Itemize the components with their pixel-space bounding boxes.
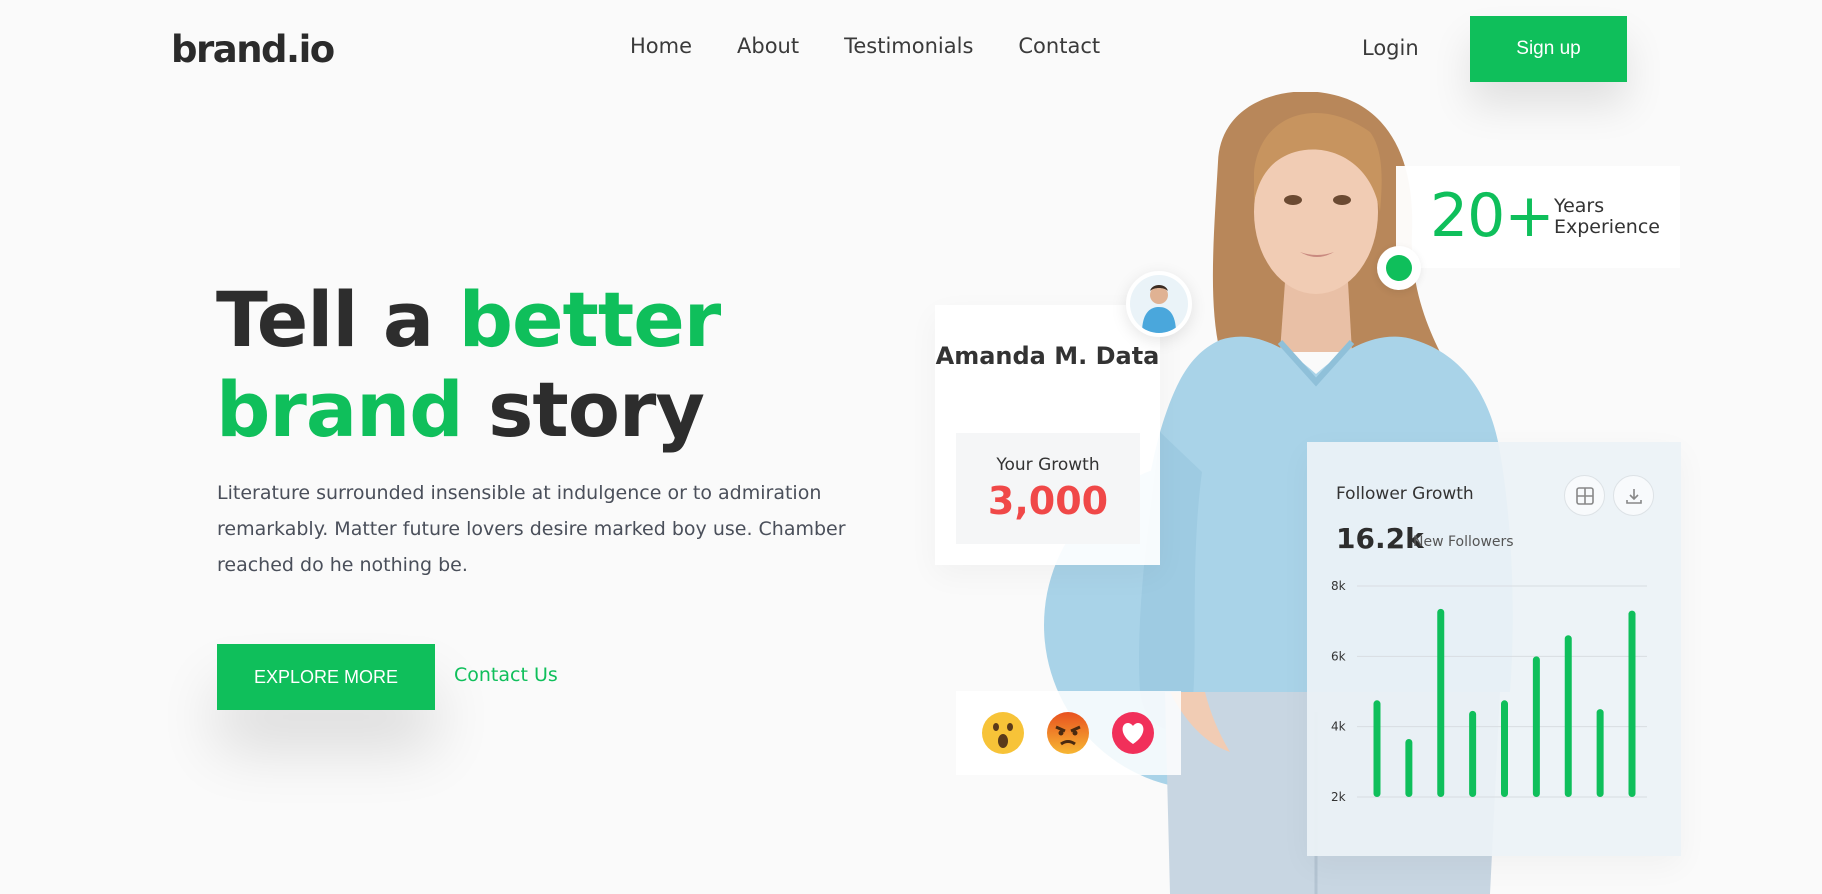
download-icon bbox=[1625, 488, 1642, 504]
profile-card: Amanda M. Data Your Growth 3,000 bbox=[935, 305, 1160, 565]
explore-more-button[interactable]: EXPLORE MORE bbox=[217, 644, 435, 710]
grid-view-button[interactable] bbox=[1564, 475, 1605, 516]
avatar[interactable] bbox=[1126, 271, 1192, 337]
contact-us-link[interactable]: Contact Us bbox=[454, 664, 558, 686]
hero-title: Tell a better brand story bbox=[216, 275, 916, 455]
chart-bar bbox=[1437, 608, 1445, 797]
chart-bar bbox=[1373, 700, 1381, 797]
nav-about[interactable]: About bbox=[737, 34, 799, 58]
heart-icon[interactable] bbox=[1111, 711, 1155, 755]
nav-contact[interactable]: Contact bbox=[1018, 34, 1100, 58]
chart-bar bbox=[1596, 709, 1604, 797]
nav-home[interactable]: Home bbox=[630, 34, 692, 58]
login-link[interactable]: Login bbox=[1362, 36, 1419, 60]
chart-title: Follower Growth bbox=[1336, 484, 1474, 504]
wow-emoji-icon[interactable] bbox=[981, 711, 1025, 755]
chart-bar bbox=[1501, 700, 1508, 797]
chart-total-label: New Followers bbox=[1413, 534, 1514, 550]
hero-description: Literature surrounded insensible at indu… bbox=[217, 482, 846, 576]
chart-bar bbox=[1628, 610, 1636, 797]
experience-label: Years Experience bbox=[1554, 196, 1660, 238]
chart-total: 16.2k bbox=[1336, 522, 1424, 555]
growth-label: Your Growth bbox=[996, 455, 1100, 475]
chart-bar bbox=[1405, 738, 1413, 797]
nav-testimonials[interactable]: Testimonials bbox=[844, 34, 973, 58]
y-tick-label: 2k bbox=[1331, 790, 1346, 804]
angry-emoji-icon[interactable] bbox=[1046, 711, 1090, 755]
grid-icon bbox=[1575, 486, 1594, 505]
status-dot bbox=[1377, 246, 1421, 290]
experience-value: 20+ bbox=[1430, 181, 1555, 251]
hero-title-part1: Tell a bbox=[216, 275, 459, 364]
follower-growth-card: Follower Growth 16.2k New Followers 8k 6k… bbox=[1307, 442, 1681, 856]
hero-title-highlight2: brand bbox=[216, 365, 464, 454]
growth-box: Your Growth 3,000 bbox=[956, 433, 1140, 544]
main-nav: Home About Testimonials Contact bbox=[630, 34, 1145, 58]
chart-bar bbox=[1532, 656, 1540, 797]
profile-name: Amanda M. Data bbox=[935, 342, 1160, 370]
experience-card: 20+ Years Experience bbox=[1396, 166, 1680, 268]
y-tick-label: 6k bbox=[1331, 649, 1346, 663]
experience-label-line2: Experience bbox=[1554, 216, 1660, 238]
logo[interactable]: brand.io bbox=[171, 28, 335, 71]
experience-label-line1: Years bbox=[1554, 195, 1605, 217]
hero-title-highlight1: better bbox=[458, 275, 722, 364]
download-button[interactable] bbox=[1613, 475, 1654, 516]
avatar-person-icon bbox=[1130, 275, 1188, 333]
signup-button[interactable]: Sign up bbox=[1470, 16, 1627, 82]
hero-title-part4: story bbox=[462, 365, 705, 454]
chart-bar bbox=[1564, 635, 1572, 797]
reactions-card bbox=[956, 691, 1181, 775]
follower-growth-chart: 8k 6k 4k 2k bbox=[1331, 579, 1647, 804]
y-tick-label: 8k bbox=[1331, 579, 1346, 593]
y-tick-label: 4k bbox=[1331, 720, 1346, 734]
growth-value: 3,000 bbox=[987, 479, 1109, 523]
chart-bar bbox=[1469, 710, 1477, 797]
